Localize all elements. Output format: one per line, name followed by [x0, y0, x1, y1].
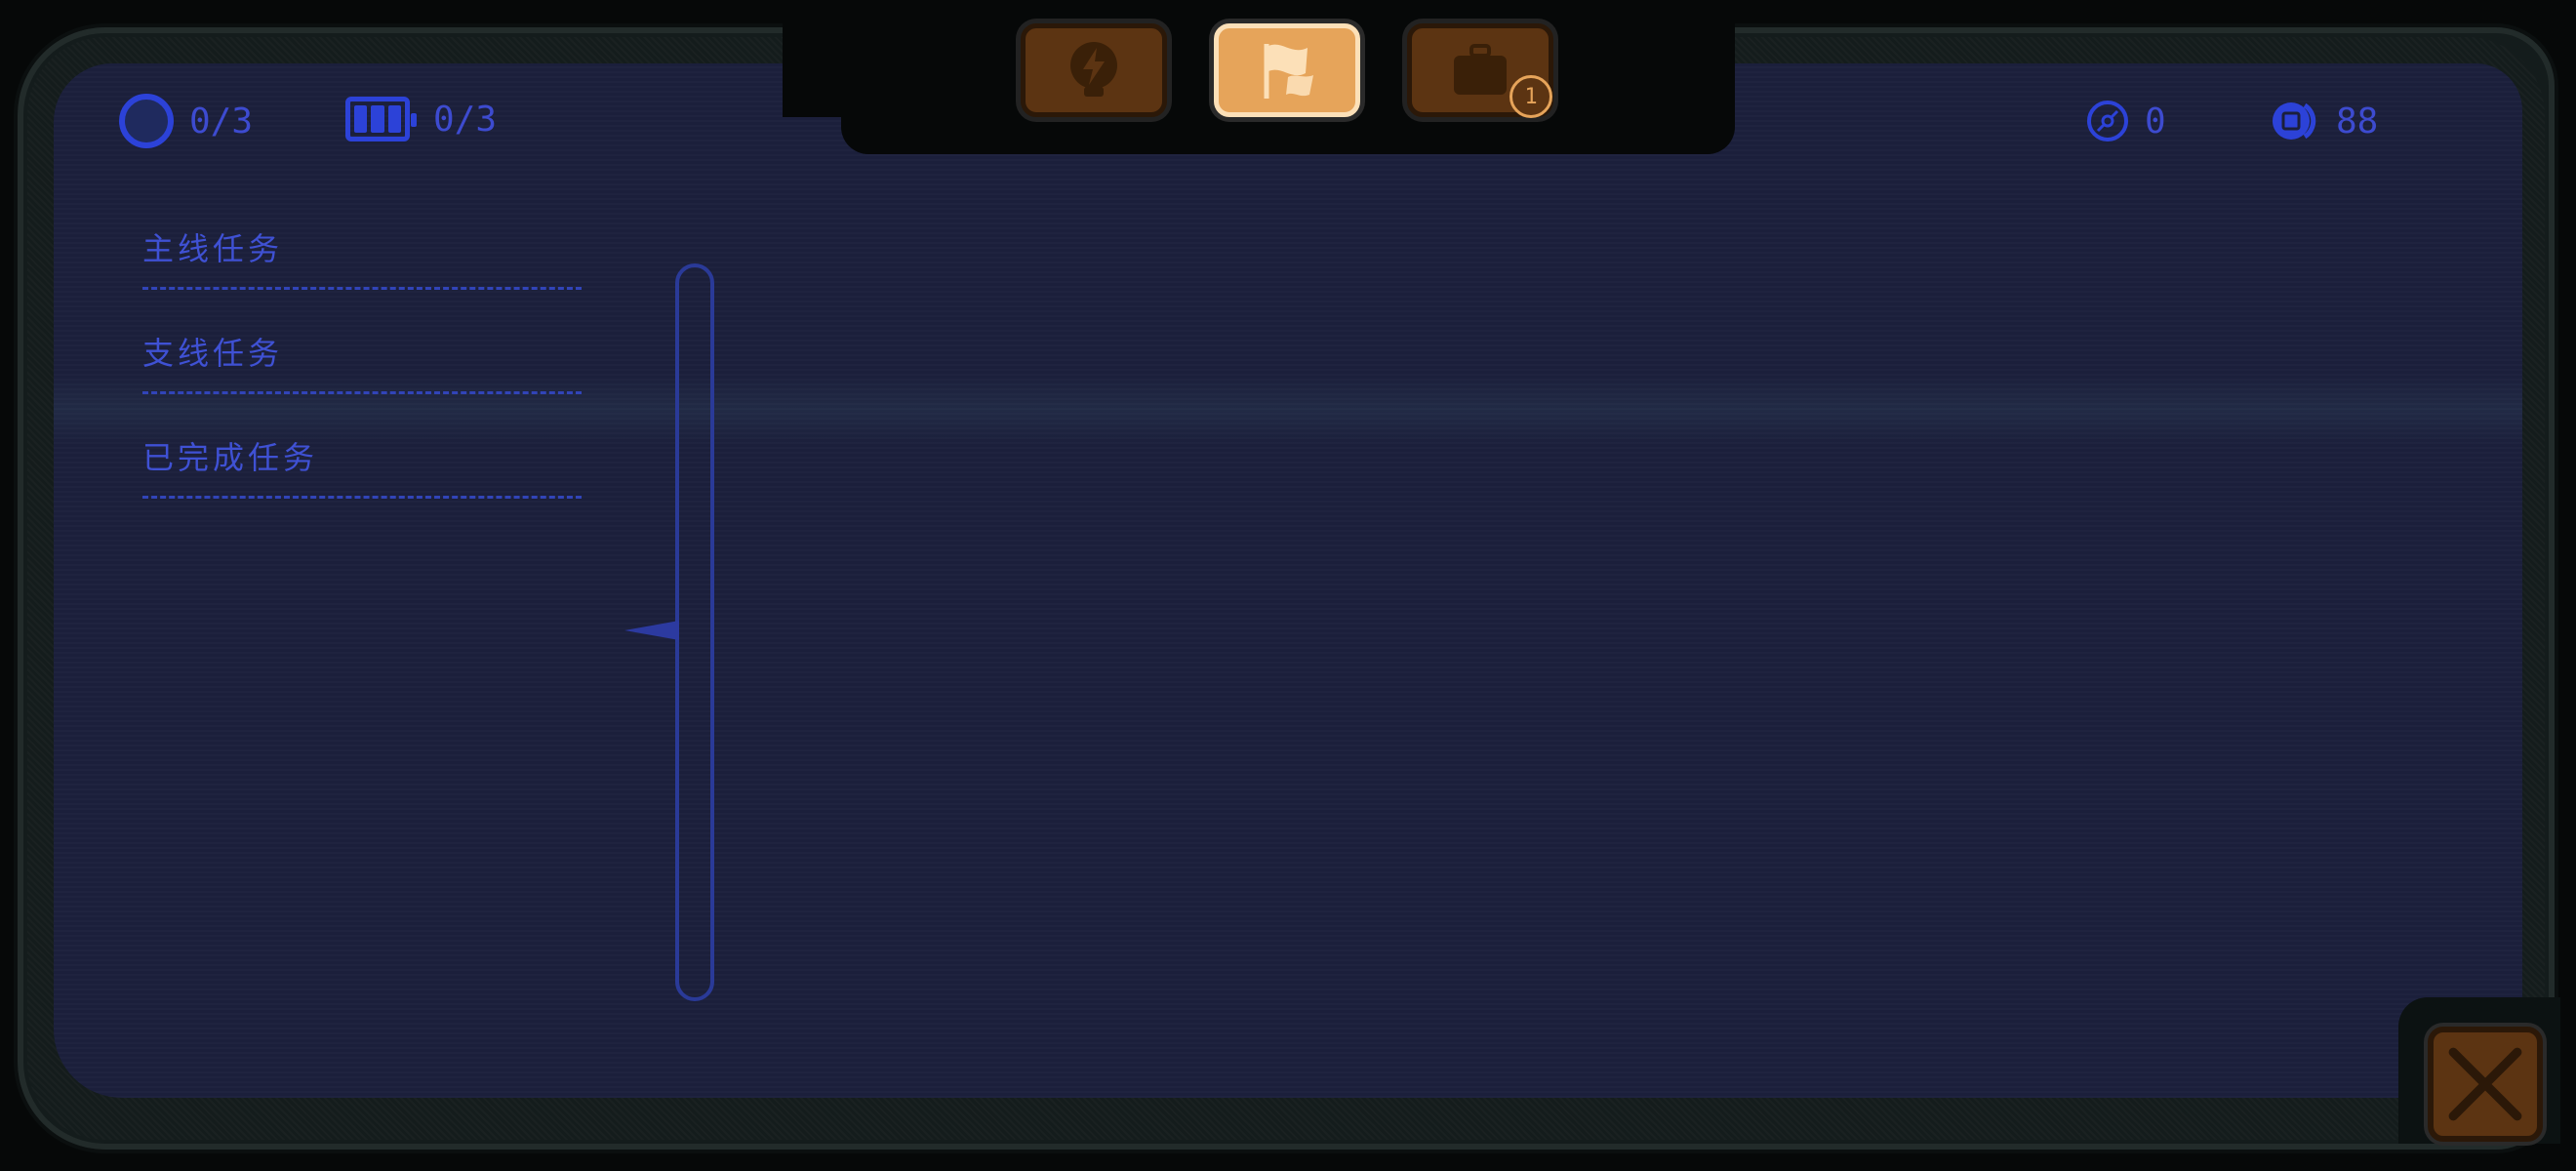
close-button[interactable]: [2428, 1027, 2543, 1142]
flag-icon: [1264, 44, 1313, 99]
disc-counter: 0: [2086, 100, 2166, 142]
coin-counter: 88: [2270, 100, 2378, 142]
quest-screen: [54, 63, 2522, 1098]
disc-icon: [2087, 101, 2128, 141]
coin-count: 88: [2336, 101, 2379, 141]
ring-count: 0/3: [189, 101, 254, 141]
tab-lightning[interactable]: [1021, 23, 1167, 117]
battery-counter: 0/3: [345, 97, 497, 141]
tab-inventory[interactable]: 1: [1407, 23, 1553, 118]
inventory-badge: 1: [1509, 75, 1552, 118]
category-main-quests[interactable]: 主线任务: [142, 224, 582, 290]
scroll-pointer: [624, 621, 679, 640]
tab-quests[interactable]: [1214, 23, 1360, 117]
ring-counter: 0/3: [119, 94, 253, 148]
coin-icon: [2273, 102, 2316, 140]
category-completed-quests[interactable]: 已完成任务: [142, 433, 582, 499]
category-side-quests[interactable]: 支线任务: [142, 329, 582, 394]
battery-icon: [345, 97, 417, 141]
category-scrollbar[interactable]: [675, 263, 714, 1001]
battery-count: 0/3: [433, 99, 498, 140]
ring-icon: [119, 94, 174, 148]
close-icon: [2448, 1047, 2522, 1121]
disc-count: 0: [2145, 101, 2166, 141]
lightning-bulb-icon: [1070, 42, 1117, 97]
briefcase-icon: [1454, 44, 1507, 95]
